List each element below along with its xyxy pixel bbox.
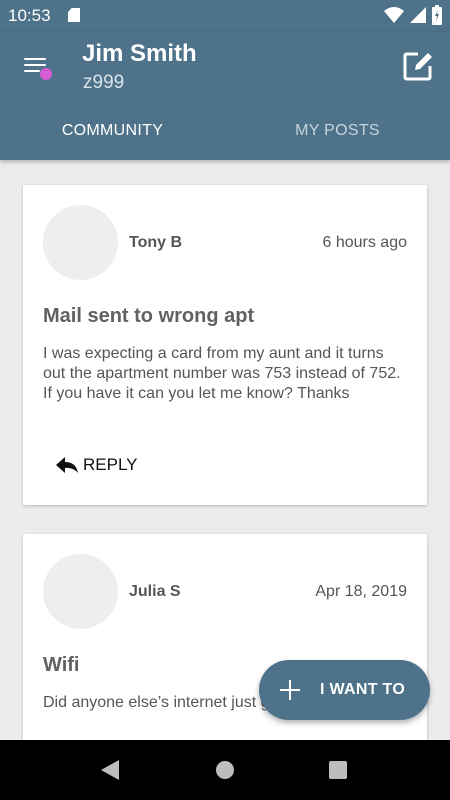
status-bar: 10:53: [0, 0, 450, 32]
post-author: Julia S: [129, 583, 181, 600]
post-time: 6 hours ago: [322, 234, 407, 251]
recent-apps-icon[interactable]: [329, 761, 347, 779]
reply-label: REPLY: [83, 455, 138, 474]
post-time: Apr 18, 2019: [315, 583, 407, 600]
user-id: z999: [83, 72, 125, 93]
i-want-to-button[interactable]: I WANT TO: [259, 660, 430, 720]
system-icons: [384, 5, 442, 25]
compose-button[interactable]: [398, 46, 438, 86]
post-author: Tony B: [129, 234, 183, 251]
post-feed[interactable]: Tony B 6 hours ago Mail sent to wrong ap…: [0, 160, 450, 740]
wifi-icon: [384, 7, 404, 23]
menu-button[interactable]: [18, 48, 58, 88]
home-icon[interactable]: [216, 761, 234, 779]
tab-bar: COMMUNITY MY POSTS: [0, 116, 450, 160]
plus-icon: [279, 679, 301, 701]
sd-card-icon: [68, 8, 80, 22]
system-nav-bar: [0, 740, 450, 800]
post-title: Mail sent to wrong apt: [43, 305, 255, 327]
avatar: [43, 205, 118, 280]
post-card[interactable]: Tony B 6 hours ago Mail sent to wrong ap…: [23, 185, 427, 505]
notification-dot: [40, 68, 52, 80]
post-title: Wifi: [43, 654, 80, 676]
reply-button[interactable]: REPLY: [55, 455, 138, 475]
fab-label: I WANT TO: [320, 681, 406, 698]
signal-icon: [410, 7, 426, 23]
battery-icon: [432, 5, 442, 25]
tab-my-posts[interactable]: MY POSTS: [225, 116, 450, 160]
post-body: I was expecting a card from my aunt and …: [43, 345, 401, 402]
avatar: [43, 554, 118, 629]
app-bar: Jim Smith z999 COMMUNITY MY POSTS: [0, 32, 450, 160]
reply-arrow-icon: [56, 457, 78, 473]
back-icon[interactable]: [101, 760, 119, 780]
compose-icon: [403, 52, 432, 81]
status-time: 10:53: [8, 6, 51, 25]
tab-community[interactable]: COMMUNITY: [0, 116, 225, 160]
user-name: Jim Smith: [82, 40, 197, 67]
